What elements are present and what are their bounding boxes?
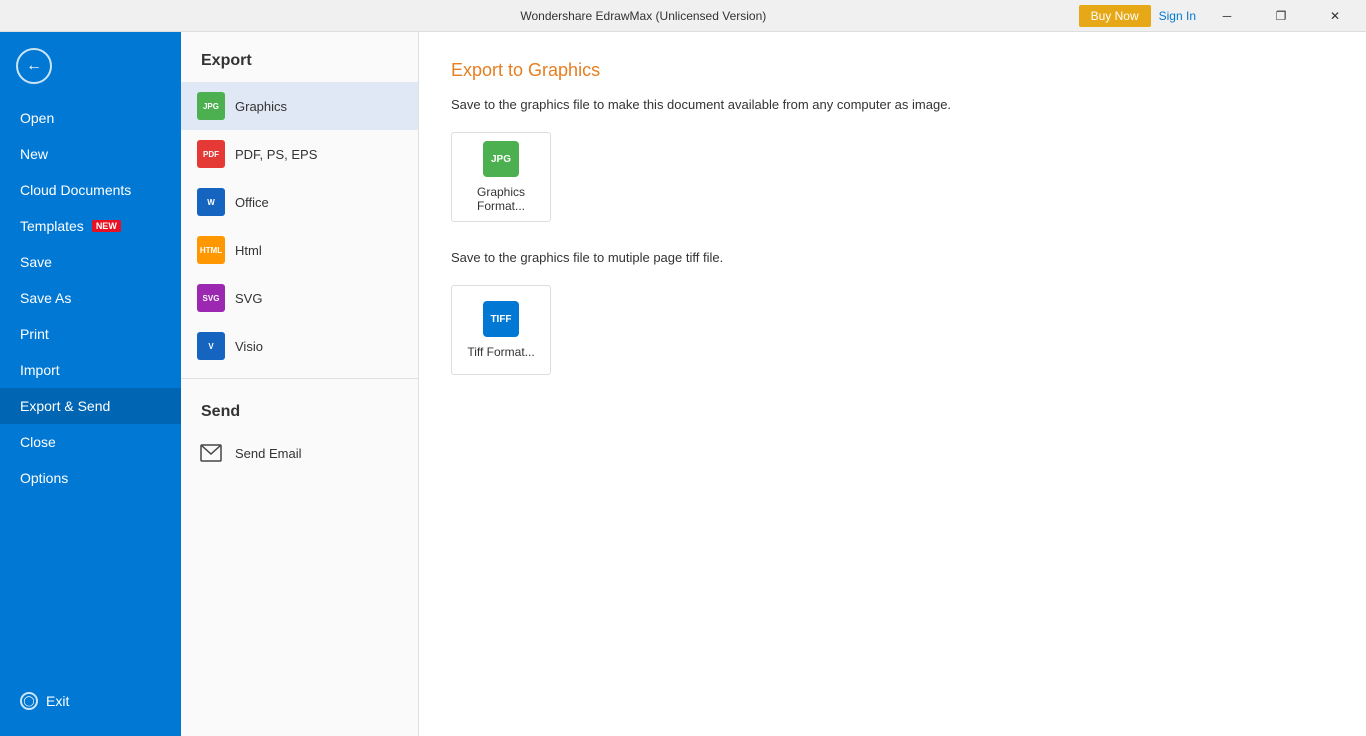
sidebar-item-label: Options bbox=[20, 470, 68, 486]
sidebar-item-templates[interactable]: Templates NEW bbox=[0, 208, 181, 244]
tiff-card-icon: TIFF bbox=[483, 301, 519, 337]
visio-format-icon: V bbox=[197, 332, 225, 360]
sidebar-item-label: New bbox=[20, 146, 48, 162]
content-desc2: Save to the graphics file to mutiple pag… bbox=[451, 250, 1334, 265]
exit-icon: ◯ bbox=[20, 692, 38, 710]
buy-now-button[interactable]: Buy Now bbox=[1079, 5, 1151, 27]
sidebar-item-label: Open bbox=[20, 110, 54, 126]
graphics-card-label: Graphics Format... bbox=[452, 185, 550, 213]
sidebar-item-label: Templates bbox=[20, 218, 84, 234]
panel-item-html[interactable]: HTML Html bbox=[181, 226, 418, 274]
restore-button[interactable]: ❐ bbox=[1258, 0, 1304, 32]
sidebar-item-import[interactable]: Import bbox=[0, 352, 181, 388]
panel-item-visio[interactable]: V Visio bbox=[181, 322, 418, 370]
sidebar-item-print[interactable]: Print bbox=[0, 316, 181, 352]
svg-format-icon: SVG bbox=[197, 284, 225, 312]
panel-item-label: Visio bbox=[235, 339, 263, 354]
titlebar: Wondershare EdrawMax (Unlicensed Version… bbox=[0, 0, 1366, 32]
sidebar-item-new[interactable]: New bbox=[0, 136, 181, 172]
sidebar-item-cloud-documents[interactable]: Cloud Documents bbox=[0, 172, 181, 208]
middle-panel: Export JPG Graphics PDF PDF, PS, EPS W O… bbox=[181, 32, 419, 736]
export-section-title: Export bbox=[181, 32, 418, 82]
panel-item-label: Send Email bbox=[235, 446, 301, 461]
titlebar-title: Wondershare EdrawMax (Unlicensed Version… bbox=[208, 9, 1079, 23]
sign-in-link[interactable]: Sign In bbox=[1159, 9, 1196, 23]
panel-item-label: Graphics bbox=[235, 99, 287, 114]
exit-label: Exit bbox=[46, 693, 69, 709]
sidebar-item-label: Export & Send bbox=[20, 398, 110, 414]
panel-item-svg[interactable]: SVG SVG bbox=[181, 274, 418, 322]
main-layout: ← Open New Cloud Documents Templates NEW… bbox=[0, 32, 1366, 736]
exit-container: ◯ Exit bbox=[20, 692, 69, 710]
panel-item-send-email[interactable]: Send Email bbox=[181, 429, 418, 477]
panel-item-label: Html bbox=[235, 243, 262, 258]
send-section-title: Send bbox=[181, 387, 418, 429]
sidebar-item-save[interactable]: Save bbox=[0, 244, 181, 280]
graphics-format-card[interactable]: JPG Graphics Format... bbox=[451, 132, 551, 222]
format-cards-row2: TIFF Tiff Format... bbox=[451, 285, 1334, 375]
sidebar-item-label: Cloud Documents bbox=[20, 182, 131, 198]
sidebar-item-open[interactable]: Open bbox=[0, 100, 181, 136]
tiff-card-label: Tiff Format... bbox=[467, 345, 534, 359]
content-area: Export to Graphics Save to the graphics … bbox=[419, 32, 1366, 736]
titlebar-actions: Buy Now Sign In ─ ❐ ✕ bbox=[1079, 0, 1358, 32]
sidebar-item-export-send[interactable]: Export & Send bbox=[0, 388, 181, 424]
sidebar-item-label: Save As bbox=[20, 290, 71, 306]
minimize-button[interactable]: ─ bbox=[1204, 0, 1250, 32]
panel-item-pdf[interactable]: PDF PDF, PS, EPS bbox=[181, 130, 418, 178]
pdf-format-icon: PDF bbox=[197, 140, 225, 168]
office-format-icon: W bbox=[197, 188, 225, 216]
sidebar-item-label: Save bbox=[20, 254, 52, 270]
content-desc1: Save to the graphics file to make this d… bbox=[451, 97, 1334, 112]
panel-item-label: SVG bbox=[235, 291, 262, 306]
email-icon bbox=[197, 439, 225, 467]
sidebar-item-label: Print bbox=[20, 326, 49, 342]
sidebar-item-label: Close bbox=[20, 434, 56, 450]
sidebar-item-close[interactable]: Close bbox=[0, 424, 181, 460]
sidebar-item-label: Import bbox=[20, 362, 60, 378]
new-badge: NEW bbox=[92, 220, 121, 232]
back-button[interactable]: ← bbox=[16, 48, 52, 84]
format-cards-row1: JPG Graphics Format... bbox=[451, 132, 1334, 222]
sidebar-back: ← bbox=[0, 32, 181, 100]
sidebar-item-save-as[interactable]: Save As bbox=[0, 280, 181, 316]
panel-divider bbox=[181, 378, 418, 379]
close-window-button[interactable]: ✕ bbox=[1312, 0, 1358, 32]
content-title: Export to Graphics bbox=[451, 60, 1334, 81]
jpg-card-icon: JPG bbox=[483, 141, 519, 177]
graphics-format-icon: JPG bbox=[197, 92, 225, 120]
panel-item-graphics[interactable]: JPG Graphics bbox=[181, 82, 418, 130]
sidebar: ← Open New Cloud Documents Templates NEW… bbox=[0, 32, 181, 736]
sidebar-item-exit[interactable]: ◯ Exit bbox=[0, 682, 181, 720]
html-format-icon: HTML bbox=[197, 236, 225, 264]
tiff-format-card[interactable]: TIFF Tiff Format... bbox=[451, 285, 551, 375]
panel-item-office[interactable]: W Office bbox=[181, 178, 418, 226]
panel-item-label: PDF, PS, EPS bbox=[235, 147, 317, 162]
panel-item-label: Office bbox=[235, 195, 269, 210]
sidebar-item-options[interactable]: Options bbox=[0, 460, 181, 496]
